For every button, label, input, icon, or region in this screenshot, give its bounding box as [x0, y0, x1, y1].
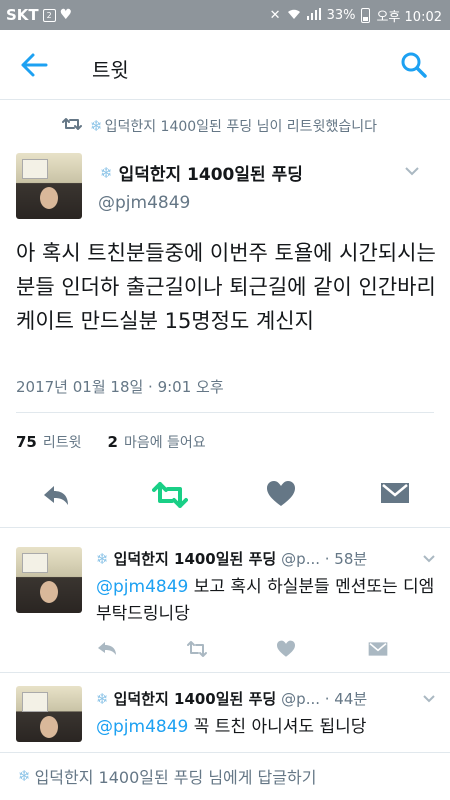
like-count[interactable]: 2 [108, 433, 118, 451]
snowflake-icon: ❄ [96, 549, 109, 568]
page-title: 트윗 [92, 58, 129, 82]
tweet-timestamp: 2017년 01월 18일 · 9:01 오후 [16, 378, 224, 396]
search-icon[interactable] [400, 51, 428, 79]
reply-placeholder-text: 입덕한지 1400일된 푸딩 님에게 답글하기 [34, 768, 317, 787]
wifi-icon [287, 8, 301, 24]
snowflake-icon: ❄ [90, 117, 103, 135]
retweet-icon [62, 117, 82, 135]
reply-placeholder[interactable]: ❄ 입덕한지 1400일된 푸딩 님에게 답글하기 [18, 764, 316, 788]
direct-message-icon[interactable] [380, 480, 416, 516]
sim-badge: 2 [42, 8, 56, 22]
status-bar: SKT 2 ♥ ✕ 33% 오후 10:02 [0, 0, 450, 30]
heart-notification-icon: ♥ [59, 7, 73, 23]
tweet-actions [0, 480, 450, 520]
avatar[interactable] [16, 153, 82, 219]
reply-icon[interactable] [96, 640, 118, 658]
tweet-stats: 75 리트윗 2 마음에 들어요 [16, 432, 206, 452]
retweet-label[interactable]: 리트윗 [43, 432, 82, 452]
like-label[interactable]: 마음에 들어요 [124, 432, 206, 452]
reply-text: @pjm4849 보고 혹시 하실분들 멘션또는 디엠 부탁드링니당 [96, 574, 441, 628]
reply-mention[interactable]: @pjm4849 [96, 717, 188, 737]
retweet-count[interactable]: 75 [16, 433, 37, 451]
app-bar: 트윗 [0, 30, 450, 100]
like-heart-icon[interactable] [276, 640, 298, 658]
author-name-text: 입덕한지 1400일된 푸딩 [118, 165, 303, 185]
snowflake-icon: ❄ [18, 767, 31, 785]
tweet-text: 아 혹시 트친분들중에 이번주 토욜에 시간되시는 분들 인더하 출근길이나 퇴… [16, 241, 436, 333]
chevron-down-icon[interactable] [404, 164, 420, 180]
chevron-down-icon[interactable] [422, 691, 436, 707]
divider [16, 412, 434, 413]
retweet-context-text: 입덕한지 1400일된 푸딩 님이 리트윗했습니다 [104, 119, 377, 135]
avatar-face [40, 716, 58, 738]
avatar-face [40, 187, 58, 209]
retweet-button-icon[interactable] [152, 480, 188, 516]
reply-compose-bar[interactable]: ❄ 입덕한지 1400일된 푸딩 님에게 답글하기 [0, 752, 450, 800]
reply-handle-time: @p... · 58분 [281, 550, 368, 568]
avatar[interactable] [16, 686, 82, 742]
back-arrow-icon[interactable] [20, 52, 48, 78]
reply-body: 꼭 트친 아니셔도 됩니당 [188, 717, 367, 737]
reply-text: @pjm4849 꼭 트친 아니셔도 됩니당 [96, 714, 441, 741]
reply-mention[interactable]: @pjm4849 [96, 577, 188, 597]
battery-icon [361, 8, 371, 23]
avatar[interactable] [16, 547, 82, 613]
reply-author-name: 입덕한지 1400일된 푸딩 [113, 550, 277, 568]
retweet-context[interactable]: ❄ 입덕한지 1400일된 푸딩 님이 리트윗했습니다 [62, 116, 377, 136]
snowflake-icon: ❄ [96, 689, 109, 708]
reply-author[interactable]: ❄ 입덕한지 1400일된 푸딩 @p... · 44분 [96, 688, 367, 709]
avatar-face [40, 581, 58, 603]
like-heart-icon[interactable] [266, 480, 302, 516]
avatar-sign [22, 159, 48, 179]
reply-author[interactable]: ❄ 입덕한지 1400일된 푸딩 @p... · 58분 [96, 548, 367, 569]
signal-icon [306, 7, 321, 24]
divider [0, 527, 450, 528]
chevron-down-icon[interactable] [422, 551, 436, 567]
snowflake-icon: ❄ [100, 163, 113, 182]
carrier-label: SKT [6, 6, 39, 24]
mute-icon: ✕ [269, 8, 281, 23]
reply-handle-time: @p... · 44분 [281, 690, 368, 708]
direct-message-icon[interactable] [368, 640, 390, 658]
avatar-sign [22, 553, 48, 573]
avatar-sign [22, 692, 48, 712]
reply-icon[interactable] [40, 480, 76, 516]
retweet-icon[interactable] [186, 640, 208, 658]
reply-author-name: 입덕한지 1400일된 푸딩 [113, 690, 277, 708]
clock: 오후 10:02 [376, 10, 442, 25]
tweet-author-name[interactable]: ❄ 입덕한지 1400일된 푸딩 [100, 160, 303, 186]
divider [0, 672, 450, 673]
tweet-author-handle[interactable]: @pjm4849 [98, 193, 190, 213]
battery-percent: 33% [326, 8, 356, 23]
